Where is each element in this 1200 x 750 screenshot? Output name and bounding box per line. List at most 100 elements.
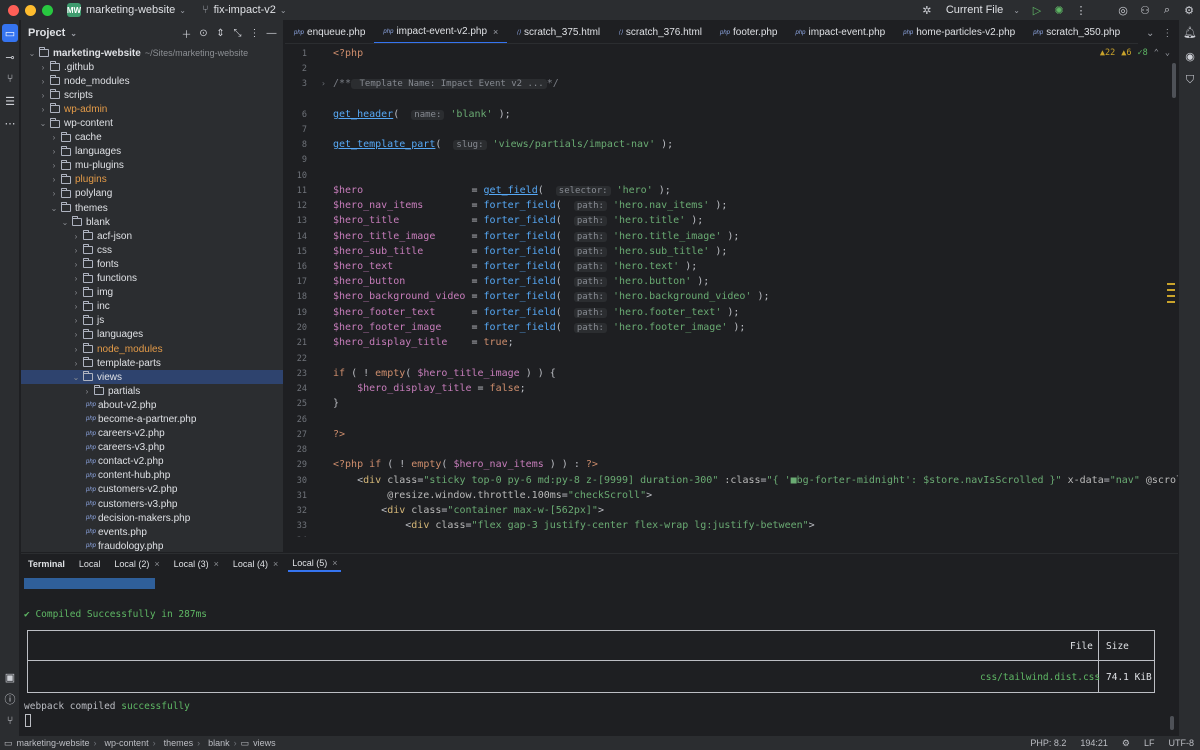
close-icon[interactable]: ×: [493, 27, 498, 37]
search-icon[interactable]: ⌕: [1156, 0, 1178, 20]
tree-file[interactable]: php fraudology.php: [21, 539, 283, 552]
tab-options-icon[interactable]: ⋮: [1162, 28, 1172, 39]
editor-tab[interactable]: php scratch_350.php: [1024, 22, 1129, 43]
chevron-down-icon[interactable]: ⌄: [49, 204, 59, 213]
tree-folder[interactable]: › inc: [21, 300, 283, 314]
code-editor[interactable]: ▲22 ▲6 ✓8 ⌃ ⌄ 1 2 3 6 7 8 9 10 11 12 13 14 15 16 17 18 1…: [285, 45, 1178, 537]
tree-file[interactable]: php customers-v2.php: [21, 483, 283, 497]
terminal-tab[interactable]: Local (3) ×: [170, 556, 223, 572]
more-tools-icon[interactable]: ⋯: [0, 112, 20, 134]
project-switcher[interactable]: marketing-website: [86, 4, 175, 16]
ai-status-icon[interactable]: ⚙: [1122, 738, 1130, 749]
tree-folder[interactable]: › plugins: [21, 173, 283, 187]
chevron-right-icon[interactable]: ›: [49, 147, 59, 156]
project-badge[interactable]: MW: [67, 3, 81, 17]
bug-icon[interactable]: ✲: [916, 0, 938, 20]
tree-folder[interactable]: › node_modules: [21, 342, 283, 356]
project-tool-icon[interactable]: ▭: [2, 24, 18, 42]
terminal-tab[interactable]: Local (4) ×: [229, 556, 282, 572]
terminal-tab[interactable]: Local (2) ×: [110, 556, 163, 572]
line-separator[interactable]: LF: [1144, 738, 1155, 748]
minimize-window-button[interactable]: [25, 4, 36, 16]
branch-switcher[interactable]: fix-impact-v2: [214, 4, 276, 16]
gear-icon[interactable]: ⚙: [1178, 0, 1200, 20]
editor-tab[interactable]: ⟨⟩ scratch_375.html: [507, 22, 609, 43]
terminal-tab[interactable]: Local (5) ×: [288, 556, 342, 572]
fold-arrow-icon[interactable]: ›: [321, 79, 326, 88]
tree-folder[interactable]: › partials: [21, 384, 283, 398]
security-icon[interactable]: ⛉: [1179, 68, 1200, 92]
commit-icon[interactable]: ⊸: [0, 46, 20, 68]
tree-folder[interactable]: › polylang: [21, 187, 283, 201]
tree-folder[interactable]: ⌄ views: [21, 370, 283, 385]
chevron-right-icon[interactable]: ›: [82, 387, 92, 396]
tree-folder[interactable]: › scripts: [21, 88, 283, 102]
tree-file[interactable]: php contact-v2.php: [21, 455, 283, 469]
editor-tab[interactable]: php home-particles-v2.php: [894, 22, 1024, 43]
editor-tab[interactable]: php footer.php: [711, 22, 787, 43]
inspection-widget[interactable]: ▲22 ▲6 ✓8 ⌃ ⌄: [1100, 48, 1170, 58]
tree-file[interactable]: php careers-v3.php: [21, 441, 283, 455]
pull-request-icon[interactable]: ⑂: [0, 68, 20, 90]
chevron-right-icon[interactable]: ›: [71, 274, 81, 283]
chevron-right-icon[interactable]: ›: [71, 345, 81, 354]
collapse-all-icon[interactable]: ⤡: [230, 24, 245, 42]
terminal-scrollbar[interactable]: [1170, 716, 1174, 730]
expand-all-icon[interactable]: ⇕: [213, 24, 228, 42]
chevron-right-icon[interactable]: ›: [49, 175, 59, 184]
tree-folder[interactable]: › fonts: [21, 257, 283, 271]
close-icon[interactable]: ×: [214, 559, 219, 569]
tree-file[interactable]: php become-a-partner.php: [21, 412, 283, 426]
tree-file[interactable]: php customers-v3.php: [21, 497, 283, 511]
chevron-right-icon[interactable]: ›: [38, 77, 48, 86]
git-icon[interactable]: ⑂: [0, 710, 20, 732]
warning-marker[interactable]: [1167, 301, 1175, 303]
chevron-right-icon[interactable]: ›: [71, 232, 81, 241]
tree-root[interactable]: ⌄ marketing-website ~/Sites/marketing-we…: [21, 46, 283, 60]
tree-folder[interactable]: ⌄ wp-content: [21, 116, 283, 130]
close-icon[interactable]: ×: [273, 559, 278, 569]
options-icon[interactable]: ⋮: [247, 24, 262, 42]
breadcrumb-item[interactable]: themes: [164, 738, 194, 748]
editor-scrollbar[interactable]: [1172, 63, 1176, 98]
chevron-right-icon[interactable]: ›: [71, 302, 81, 311]
run-icon[interactable]: ▷: [1026, 0, 1048, 20]
warning-marker[interactable]: [1167, 289, 1175, 291]
prev-highlight-icon[interactable]: ⌃: [1154, 48, 1159, 58]
locate-icon[interactable]: ⊙: [196, 24, 211, 42]
close-icon[interactable]: ×: [332, 558, 337, 568]
warning-marker[interactable]: [1167, 295, 1175, 297]
chevron-right-icon[interactable]: ›: [71, 246, 81, 255]
close-window-button[interactable]: [8, 4, 19, 16]
run-config-select[interactable]: Current File: [946, 4, 1003, 16]
terminal-tab[interactable]: Local: [75, 556, 105, 572]
tree-file[interactable]: php about-v2.php: [21, 398, 283, 412]
tree-folder[interactable]: › node_modules: [21, 74, 283, 88]
chevron-down-icon[interactable]: ⌄: [71, 373, 81, 382]
warning-marker[interactable]: [1167, 283, 1175, 285]
tree-folder[interactable]: › css: [21, 243, 283, 257]
chevron-right-icon[interactable]: ›: [49, 161, 59, 170]
breadcrumb-item[interactable]: blank: [208, 738, 230, 748]
next-highlight-icon[interactable]: ⌄: [1165, 48, 1170, 58]
chevron-right-icon[interactable]: ›: [71, 288, 81, 297]
chevron-right-icon[interactable]: ›: [38, 91, 48, 100]
tree-file[interactable]: php events.php: [21, 525, 283, 539]
tree-file[interactable]: php careers-v2.php: [21, 427, 283, 441]
tree-folder[interactable]: › acf-json: [21, 229, 283, 243]
chevron-right-icon[interactable]: ›: [38, 63, 48, 72]
tree-folder[interactable]: › .github: [21, 60, 283, 74]
tree-folder[interactable]: ⌄ themes: [21, 201, 283, 215]
tree-file[interactable]: php content-hub.php: [21, 469, 283, 483]
chevron-down-icon[interactable]: ⌄: [38, 119, 48, 128]
chevron-right-icon[interactable]: ›: [71, 359, 81, 368]
terminal-icon[interactable]: ▣: [0, 666, 20, 688]
chevron-right-icon[interactable]: ›: [49, 189, 59, 198]
zoom-window-button[interactable]: [42, 4, 53, 16]
tree-folder[interactable]: › template-parts: [21, 356, 283, 370]
chevron-right-icon[interactable]: ›: [71, 330, 81, 339]
editor-tab[interactable]: php enqueue.php: [285, 22, 374, 43]
editor-tab[interactable]: php impact-event-v2.php ×: [374, 22, 508, 43]
php-version[interactable]: PHP: 8.2: [1030, 738, 1066, 748]
problems-icon[interactable]: ⓘ: [0, 688, 20, 710]
